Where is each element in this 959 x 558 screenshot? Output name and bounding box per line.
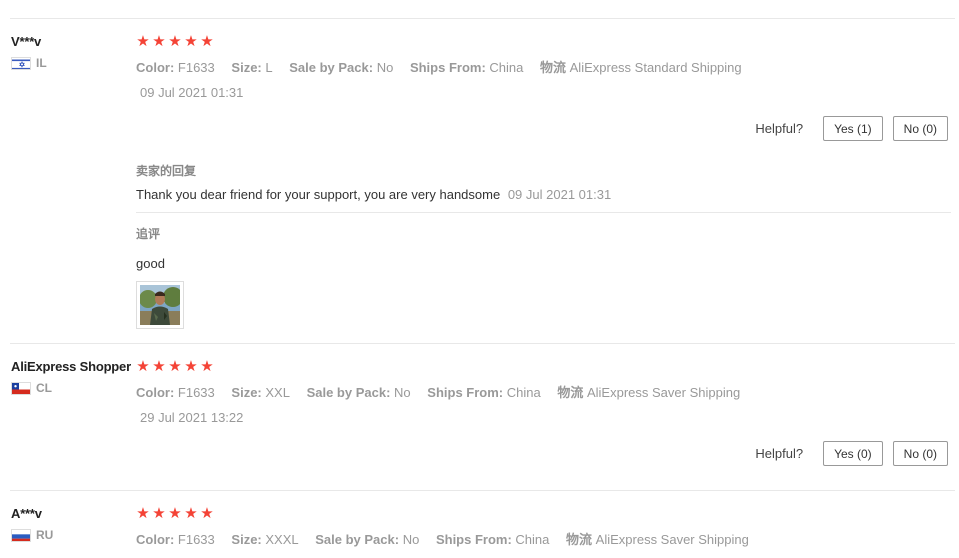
chile-flag-icon — [11, 381, 31, 395]
helpful-votes: Helpful? Yes (0) No (0) — [755, 441, 948, 466]
attr-sale-by-pack: Sale by Pack: No — [289, 60, 394, 75]
star-icon: ★ — [184, 358, 198, 375]
reviews-list: V***v IL ★ ★ ★ ★ ★ Color: F1633 Size: L … — [0, 0, 959, 558]
reviewer-info: V***v IL — [11, 34, 136, 70]
israel-flag-icon — [11, 56, 31, 70]
star-icon: ★ — [152, 505, 166, 522]
review-photo — [140, 285, 180, 325]
attr-size: Size: XXL — [231, 385, 290, 400]
review-content: ★ ★ ★ ★ ★ Color: F1633 Size: XXXL Sale b… — [136, 506, 951, 548]
seller-reply: 卖家的回复 Thank you dear friend for your sup… — [136, 162, 951, 213]
rating-stars: ★ ★ ★ ★ ★ — [136, 506, 951, 522]
follow-up-title: 追评 — [136, 227, 161, 241]
star-icon: ★ — [152, 33, 166, 50]
helpful-no-button[interactable]: No (0) — [892, 441, 948, 466]
review-date: 09 Jul 2021 01:31 — [140, 85, 244, 100]
attr-color: Color: F1633 — [136, 532, 215, 547]
star-icon: ★ — [136, 358, 150, 375]
seller-reply-title: 卖家的回复 — [136, 164, 197, 178]
star-icon: ★ — [184, 505, 198, 522]
divider — [136, 212, 951, 213]
helpful-yes-button[interactable]: Yes (1) — [823, 116, 883, 141]
attr-shipping: 物流 AliExpress Standard Shipping — [540, 60, 742, 75]
reviewer-name: V***v — [11, 34, 42, 49]
star-icon: ★ — [168, 358, 182, 375]
country-code: RU — [36, 528, 54, 542]
attr-size: Size: L — [231, 60, 273, 75]
attr-ships-from: Ships From: China — [435, 532, 550, 547]
rating-stars: ★ ★ ★ ★ ★ — [136, 359, 951, 375]
reviewer-name: AliExpress Shopper — [11, 359, 131, 374]
attr-size: Size: XXXL — [231, 532, 299, 547]
follow-up-text: good — [136, 256, 165, 271]
attr-ships-from: Ships From: China — [409, 60, 524, 75]
star-icon: ★ — [168, 505, 182, 522]
attr-sale-by-pack: Sale by Pack: No — [306, 385, 411, 400]
reviewer-country: RU — [11, 528, 136, 542]
helpful-label: Helpful? — [755, 446, 804, 461]
helpful-label: Helpful? — [755, 121, 804, 136]
reviewer-name: A***v — [11, 506, 42, 521]
attr-shipping: 物流 AliExpress Saver Shipping — [566, 532, 749, 547]
attr-sale-by-pack: Sale by Pack: No — [315, 532, 420, 547]
reviewer-info: AliExpress Shopper CL — [11, 359, 136, 395]
rating-stars: ★ ★ ★ ★ ★ — [136, 34, 951, 50]
review-content: ★ ★ ★ ★ ★ Color: F1633 Size: XXL Sale by… — [136, 359, 951, 425]
seller-reply-text: Thank you dear friend for your support, … — [136, 187, 612, 202]
reviewer-country: IL — [11, 56, 136, 70]
star-icon: ★ — [136, 505, 150, 522]
star-icon: ★ — [200, 33, 214, 50]
helpful-no-button[interactable]: No (0) — [892, 116, 948, 141]
attr-color: Color: F1633 — [136, 385, 215, 400]
star-icon: ★ — [200, 505, 214, 522]
star-icon: ★ — [136, 33, 150, 50]
follow-up-review: 追评 good — [136, 225, 951, 329]
helpful-votes: Helpful? Yes (1) No (0) — [755, 116, 948, 141]
product-attributes: Color: F1633 Size: XXXL Sale by Pack: No… — [136, 529, 951, 548]
country-code: IL — [36, 56, 47, 70]
russia-flag-icon — [11, 528, 31, 542]
seller-reply-date: 09 Jul 2021 01:31 — [507, 187, 612, 202]
star-icon: ★ — [184, 33, 198, 50]
star-icon: ★ — [200, 358, 214, 375]
attr-color: Color: F1633 — [136, 60, 215, 75]
attr-ships-from: Ships From: China — [427, 385, 541, 400]
divider — [10, 490, 955, 491]
review-photo-thumbnail[interactable] — [136, 281, 184, 329]
product-attributes: Color: F1633 Size: XXL Sale by Pack: No … — [136, 382, 951, 401]
country-code: CL — [36, 381, 52, 395]
attr-shipping: 物流 AliExpress Saver Shipping — [557, 385, 741, 400]
helpful-yes-button[interactable]: Yes (0) — [823, 441, 883, 466]
review-date: 29 Jul 2021 13:22 — [140, 410, 244, 425]
review-content: ★ ★ ★ ★ ★ Color: F1633 Size: L Sale by P… — [136, 34, 951, 100]
star-icon: ★ — [152, 358, 166, 375]
reviewer-country: CL — [11, 381, 136, 395]
divider — [10, 343, 955, 344]
product-attributes: Color: F1633 Size: L Sale by Pack: No Sh… — [136, 57, 951, 76]
divider — [10, 18, 955, 19]
reviewer-info: A***v RU — [11, 506, 136, 542]
star-icon: ★ — [168, 33, 182, 50]
